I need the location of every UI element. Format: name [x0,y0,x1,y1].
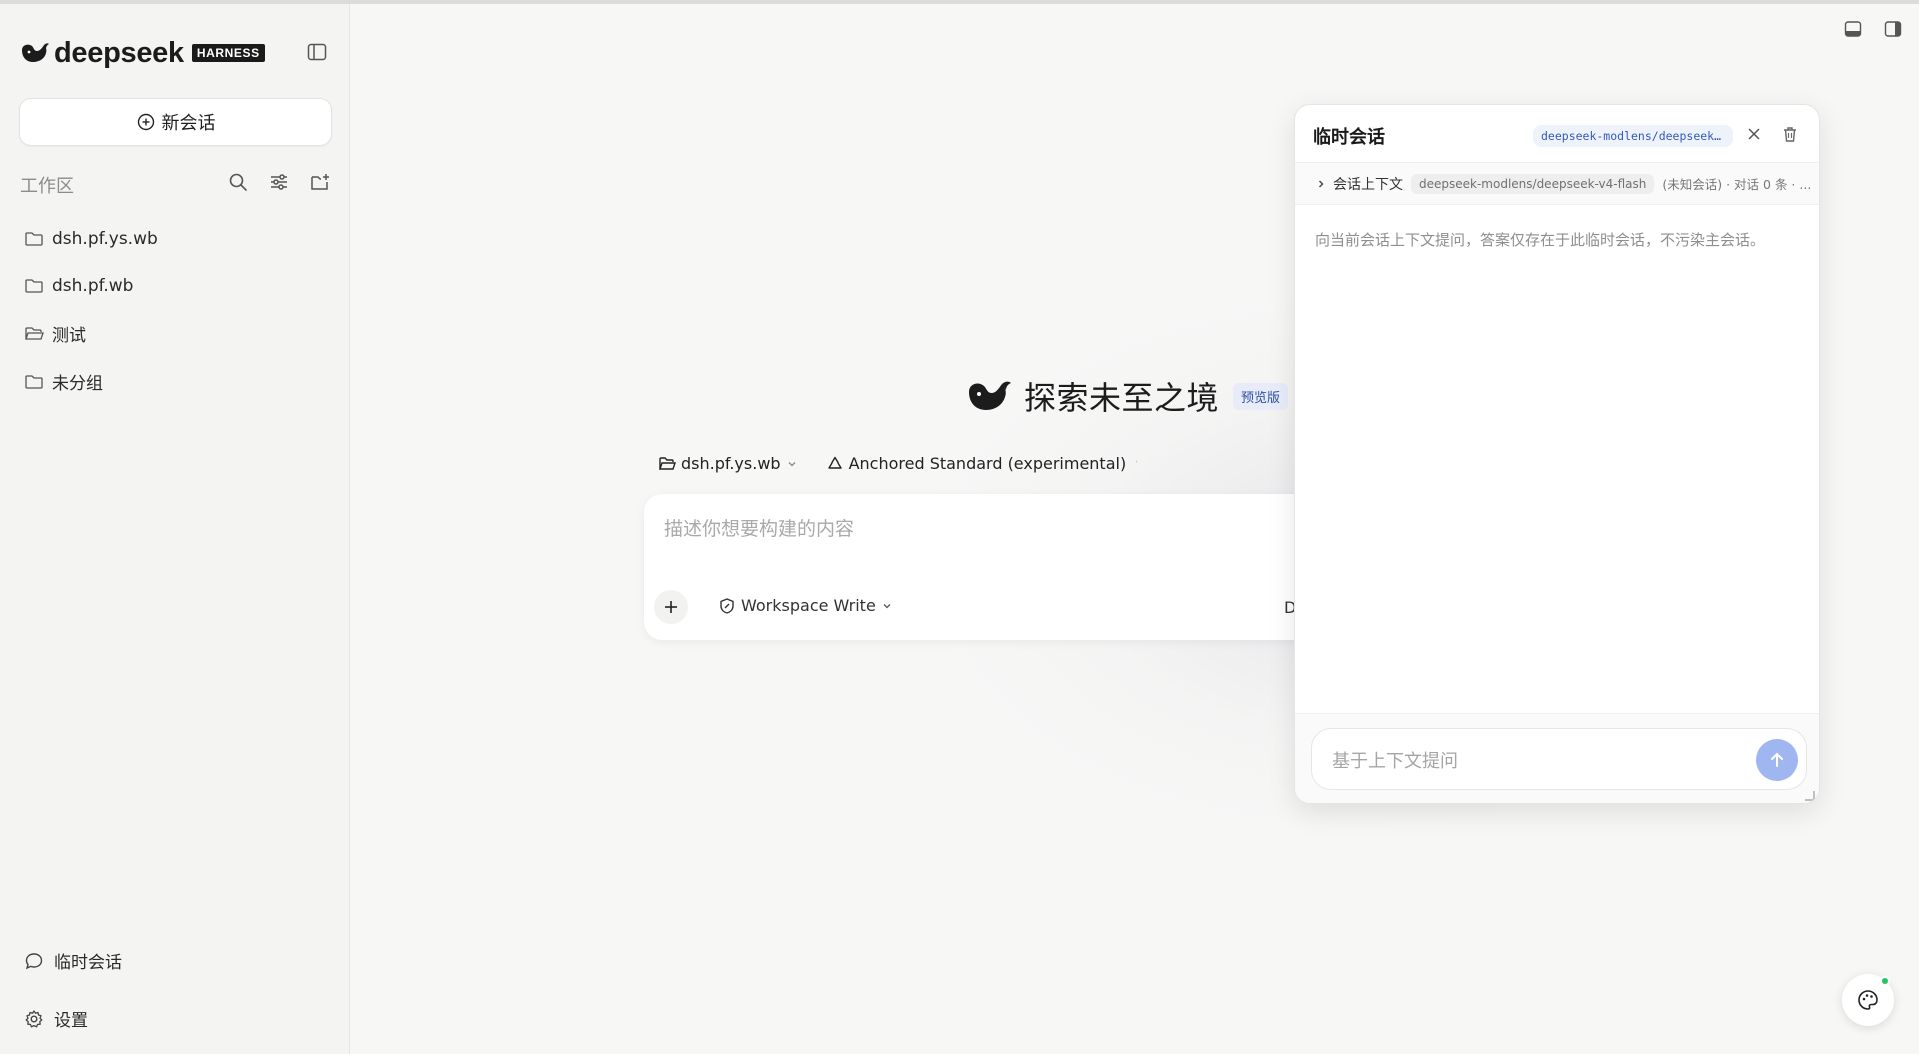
folder-icon [25,232,43,246]
panel-footer: 基于上下文提问 [1295,713,1819,803]
window-controls [1843,19,1903,39]
folder-label: 测试 [52,326,86,347]
panel-model-tag: deepseek-modlens/deepseek-v4-flash [1533,125,1733,147]
workspace-heading: 工作区 [20,176,74,197]
context-model-tag: deepseek-modlens/deepseek-v4-flash [1411,173,1655,194]
workspace-tools [226,170,332,194]
bottom-panel-toggle-icon[interactable] [1843,19,1863,39]
context-meta: (未知会话) · 对话 0 条 · ... [1662,177,1812,192]
panel-header: 临时会话 deepseek-modlens/deepseek-v4-flash [1295,105,1819,163]
workspace-filter-button[interactable] [267,170,291,194]
folder-item[interactable]: dsh.pf.ys.wb [24,215,334,263]
temp-chat-panel: 临时会话 deepseek-modlens/deepseek-v4-flash … [1294,104,1820,804]
temp-chat-label: 临时会话 [54,953,122,973]
search-icon [229,173,247,191]
plus-icon [665,601,677,613]
workspace-search-button[interactable] [226,170,250,194]
brand-badge: HARNESS [191,44,265,62]
folder-item[interactable]: 未分组 [24,358,334,406]
sidebar-toggle-button[interactable] [306,41,328,63]
context-row[interactable]: 会话上下文 deepseek-modlens/deepseek-v4-flash… [1295,163,1819,205]
workspace-select-label: dsh.pf.ys.wb [681,454,781,473]
chevron-down-icon [788,461,796,466]
settings-label: 设置 [54,1011,88,1031]
recycle-icon [827,456,842,469]
sidebar-toggle-icon [307,43,327,61]
chat-bubble-icon [25,952,43,969]
model-select-label: Anchored Standard (experimental) [848,454,1127,473]
folder-list: dsh.pf.ys.wb dsh.pf.wb 测试 未分组 [24,215,334,405]
close-icon [1748,128,1760,140]
temp-chat-link[interactable]: 临时会话 [24,948,122,973]
new-chat-button[interactable]: 新会话 [19,98,332,146]
folder-icon [25,374,43,389]
composer-input[interactable]: 描述你想要构建的内容 [664,514,854,541]
workspace-select[interactable]: dsh.pf.ys.wb [658,454,798,473]
panel-hint: 向当前会话上下文提问，答案仅存在于此临时会话，不污染主会话。 [1315,231,1766,249]
panel-title: 临时会话 [1313,127,1385,148]
folder-item[interactable]: 测试 [24,310,334,358]
permission-mode-label: Workspace Write [741,596,876,615]
folder-open-icon [25,327,44,340]
sliders-icon [271,174,287,190]
folder-label: 未分组 [52,374,103,395]
brand: deepseek HARNESS [20,36,265,70]
brand-name: deepseek [54,36,184,69]
send-button[interactable] [1756,739,1798,781]
palette-icon [1858,990,1878,1010]
status-dot [1880,976,1890,986]
chevron-down-icon [883,603,891,608]
resize-handle-icon[interactable] [1803,789,1815,801]
new-folder-button[interactable] [308,170,332,194]
hero: 探索未至之境 预览版 [966,373,1289,419]
theme-palette-button[interactable] [1842,974,1894,1026]
arrow-up-icon [1771,753,1783,767]
gear-icon [25,1009,43,1027]
new-chat-label: 新会话 [161,113,216,134]
panel-input-placeholder: 基于上下文提问 [1332,751,1458,772]
panel-delete-button[interactable] [1779,123,1801,145]
trash-icon [1784,127,1796,142]
settings-link[interactable]: 设置 [24,1006,88,1031]
permission-mode-select[interactable]: Workspace Write [718,596,893,615]
model-select[interactable]: Anchored Standard (experimental) [826,454,1144,473]
attach-button[interactable] [654,590,688,624]
folder-item[interactable]: dsh.pf.wb [24,263,334,311]
chevron-down-icon [1135,460,1138,462]
chevron-right-icon [1319,180,1324,187]
shield-edit-icon [720,597,734,614]
context-label: 会话上下文 [1333,176,1403,193]
composer: 描述你想要构建的内容 Workspace Write D [644,494,1384,640]
panel-question-input[interactable]: 基于上下文提问 [1311,728,1807,790]
hero-title: 探索未至之境 [1024,379,1220,417]
whale-logo-icon [22,43,49,62]
folder-label: dsh.pf.ys.wb [52,228,158,249]
plus-circle-icon [137,113,154,131]
whale-logo-icon [969,381,1011,410]
folder-label: dsh.pf.wb [52,276,134,297]
right-panel-toggle-icon[interactable] [1883,19,1903,39]
preview-badge: 预览版 [1233,382,1289,410]
folder-plus-icon [311,174,329,190]
folder-icon [25,279,43,294]
folder-open-icon [659,456,676,470]
sidebar: deepseek HARNESS 新会话 工作区 dsh.pf.ys.wb ds… [0,4,350,1054]
composer-meta-row: dsh.pf.ys.wb Anchored Standard (experime… [658,454,1143,473]
panel-close-button[interactable] [1743,123,1765,145]
